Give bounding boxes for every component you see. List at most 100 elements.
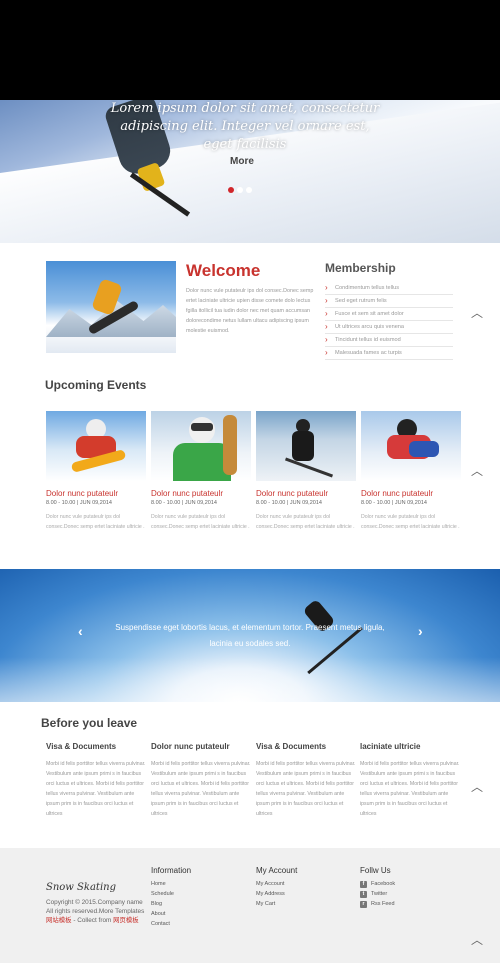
membership-item-label: Tincidunt tellus id euismod: [335, 337, 401, 343]
event-text: Dolor nunc vule putateulr ips dol consec…: [256, 514, 355, 530]
social-label: Twitter: [371, 891, 388, 897]
membership-item[interactable]: › Tincidunt tellus id euismod: [325, 334, 453, 347]
top-bar: [0, 0, 500, 100]
info-column: Visa & Documents Morbi id felis porttito…: [256, 742, 356, 819]
info-column-title: laciniate ultricie: [360, 742, 421, 751]
membership-list: › Condimentum tellus tellus › Sed eget rut…: [325, 282, 453, 360]
footer-link-my-cart[interactable]: My Cart: [256, 899, 297, 909]
scroll-up-icon[interactable]: ︿: [470, 781, 484, 793]
copyright: Copyright © 2015.Company name All rights…: [46, 898, 146, 925]
footer-link-schedule[interactable]: Schedule: [151, 889, 191, 899]
info-column-title: Visa & Documents: [46, 742, 117, 751]
event-title[interactable]: Dolor nunc putateulr: [361, 489, 461, 498]
chevron-right-icon[interactable]: ›: [418, 623, 423, 639]
chevron-left-icon[interactable]: ‹: [78, 623, 83, 639]
info-column-text: Morbi id felis porttitor tellus viverra …: [151, 761, 251, 817]
slider-dot-2[interactable]: [237, 187, 243, 193]
event-image: [151, 411, 251, 481]
footer-link-my-address[interactable]: My Address: [256, 889, 297, 899]
chevron-right-icon: ›: [325, 348, 328, 357]
footer-link-about[interactable]: About: [151, 909, 191, 919]
chevron-right-icon: ›: [325, 335, 328, 344]
testimonial-banner: ‹ Suspendisse eget lobortis lacus, et el…: [0, 569, 500, 702]
twitter-icon: t: [360, 890, 367, 898]
social-label: Facebook: [371, 881, 396, 887]
welcome-text: Dolor nunc vule putateulr ips dol consec…: [186, 288, 314, 334]
event-title[interactable]: Dolor nunc putateulr: [46, 489, 146, 498]
footer-follow: Follw Us f Facebook t Twitter r Rss Feed: [360, 866, 395, 909]
info-column-text: Morbi id felis porttitor tellus viverra …: [360, 761, 460, 817]
footer-link-home[interactable]: Home: [151, 879, 191, 889]
membership-item-label: Condimentum tellus tellus: [335, 285, 400, 291]
banner-text: Suspendisse eget lobortis lacus, et elem…: [115, 623, 385, 648]
membership-item-label: Sed eget rutrum felis: [335, 298, 387, 304]
copyright-text: Copyright © 2015.Company name All rights…: [46, 899, 145, 915]
templates-link[interactable]: 网站模板: [46, 917, 72, 924]
event-card[interactable]: Dolor nunc putateulr 8.00 - 10.00 | JUN …: [46, 411, 146, 532]
event-title[interactable]: Dolor nunc putateulr: [151, 489, 251, 498]
info-column: laciniate ultricie Morbi id felis portti…: [360, 742, 460, 819]
welcome-title: Welcome: [186, 261, 261, 280]
membership-item[interactable]: › Ut ultrices arcu quis venena: [325, 321, 453, 334]
chevron-right-icon: ›: [325, 283, 328, 292]
chevron-right-icon: ›: [325, 309, 328, 318]
hero-more-link[interactable]: More: [222, 156, 262, 167]
hero-slider: Lorem ipsum dolor sit amet, consectetur …: [0, 100, 500, 243]
social-label: Rss Feed: [371, 901, 395, 907]
before-leave-title: Before you leave: [41, 716, 138, 730]
scroll-up-icon[interactable]: ︿: [470, 307, 484, 319]
event-image: [256, 411, 356, 481]
event-date: 8.00 - 10.00 | JUN 09,2014: [256, 500, 322, 506]
footer-information-title: Information: [151, 866, 192, 875]
event-title[interactable]: Dolor nunc putateulr: [256, 489, 356, 498]
info-column-title: Dolor nunc putateulr: [151, 742, 230, 751]
facebook-icon: f: [360, 880, 367, 888]
event-card[interactable]: Dolor nunc putateulr 8.00 - 10.00 | JUN …: [361, 411, 461, 532]
event-card[interactable]: Dolor nunc putateulr 8.00 - 10.00 | JUN …: [256, 411, 356, 532]
info-column: Visa & Documents Morbi id felis porttito…: [46, 742, 146, 819]
footer-link-my-account[interactable]: My Account: [256, 879, 297, 889]
footer-link-rss[interactable]: r Rss Feed: [360, 899, 395, 909]
membership-item[interactable]: › Fusce et sem sit amet dolor: [325, 308, 453, 321]
footer-information: Information Home Schedule Blog About Con…: [151, 866, 191, 929]
info-column-text: Morbi id felis porttitor tellus viverra …: [46, 761, 146, 817]
event-date: 8.00 - 10.00 | JUN 09,2014: [151, 500, 217, 506]
slider-dot-1[interactable]: [228, 187, 234, 193]
copyright-text-mid: - Collect from: [71, 917, 114, 924]
footer-follow-title: Follw Us: [360, 866, 391, 875]
event-image: [361, 411, 461, 481]
scroll-up-icon[interactable]: ︿: [470, 465, 484, 477]
footer-logo[interactable]: Snow Skating: [46, 882, 116, 893]
info-column: Dolor nunc putateulr Morbi id felis port…: [151, 742, 251, 819]
events-title: Upcoming Events: [45, 378, 147, 392]
info-column-title: Visa & Documents: [256, 742, 327, 751]
chevron-right-icon: ›: [325, 322, 328, 331]
event-card[interactable]: Dolor nunc putateulr 8.00 - 10.00 | JUN …: [151, 411, 251, 532]
rss-icon: r: [360, 900, 367, 908]
footer-link-twitter[interactable]: t Twitter: [360, 889, 395, 899]
chevron-right-icon: ›: [325, 296, 328, 305]
slider-dot-3[interactable]: [246, 187, 252, 193]
membership-item[interactable]: › Malesuada fames ac turpis: [325, 347, 453, 360]
event-text: Dolor nunc vule putateulr ips dol consec…: [361, 514, 460, 530]
event-date: 8.00 - 10.00 | JUN 09,2014: [46, 500, 112, 506]
event-text: Dolor nunc vule putateulr ips dol consec…: [151, 514, 250, 530]
membership-item[interactable]: › Sed eget rutrum felis: [325, 295, 453, 308]
event-date: 8.00 - 10.00 | JUN 09,2014: [361, 500, 427, 506]
membership-item-label: Fusce et sem sit amet dolor: [335, 311, 404, 317]
footer-link-contact[interactable]: Contact: [151, 919, 191, 929]
hero-caption: Lorem ipsum dolor sit amet, consectetur …: [110, 101, 380, 152]
scroll-up-icon[interactable]: ︿: [470, 934, 484, 946]
footer-link-blog[interactable]: Blog: [151, 899, 191, 909]
membership-item[interactable]: › Condimentum tellus tellus: [325, 282, 453, 295]
membership-item-label: Malesuada fames ac turpis: [335, 350, 402, 356]
event-image: [46, 411, 146, 481]
membership-title: Membership: [325, 261, 396, 275]
slider-dots: [228, 187, 252, 193]
collect-from-link[interactable]: 网页模板: [113, 917, 139, 924]
footer-link-facebook[interactable]: f Facebook: [360, 879, 395, 889]
footer-account-title: My Account: [256, 866, 298, 875]
footer-account: My Account My Account My Address My Cart: [256, 866, 297, 909]
info-column-text: Morbi id felis porttitor tellus viverra …: [256, 761, 356, 817]
banner-clouds: [0, 657, 500, 702]
